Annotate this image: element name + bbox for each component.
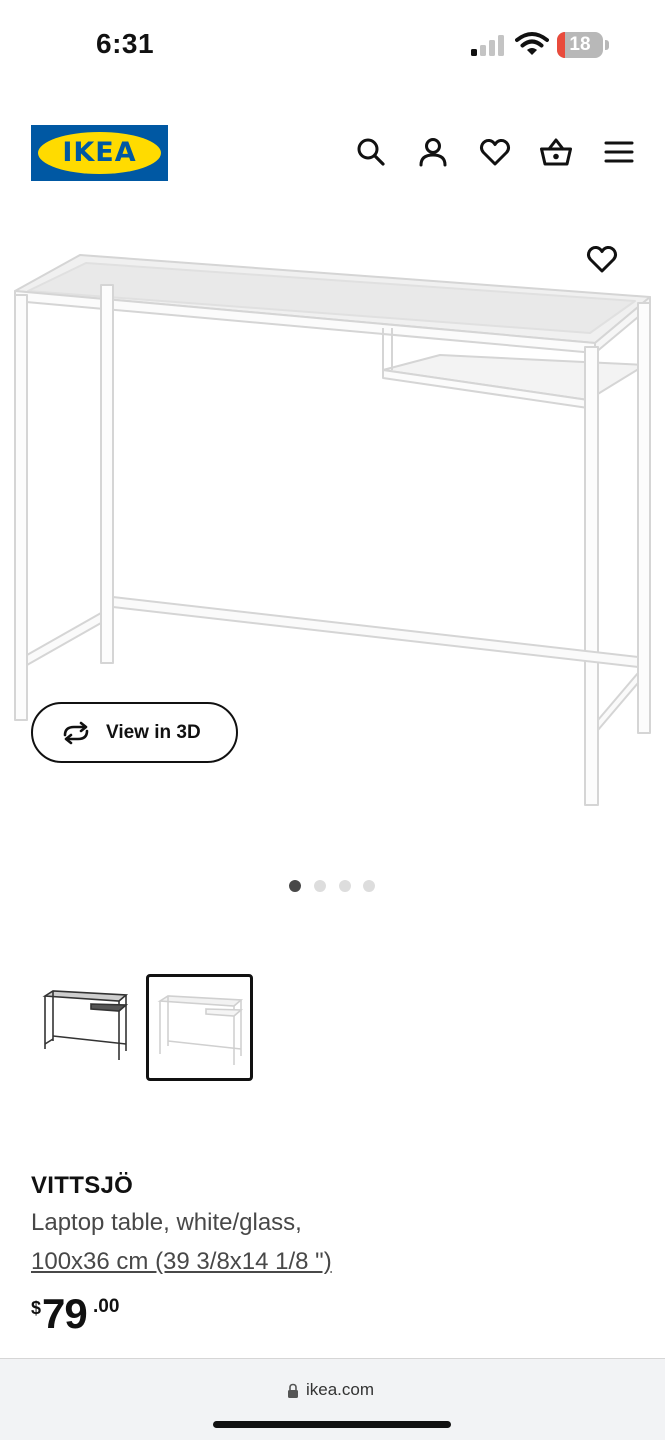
battery-level-text: 18 bbox=[569, 34, 591, 55]
logo-text: IKEA bbox=[62, 137, 137, 168]
thumbnail-image bbox=[157, 995, 244, 1065]
thumbnail-white-variant[interactable] bbox=[146, 974, 253, 1081]
price-decimal: .00 bbox=[93, 1296, 120, 1317]
product-description: Laptop table, white/glass, bbox=[31, 1209, 302, 1236]
rotate-arrows-icon bbox=[63, 721, 89, 745]
product-size-link[interactable]: 100x36 cm (39 3/8x14 1/8 ") bbox=[31, 1248, 332, 1276]
heart-icon[interactable] bbox=[586, 244, 618, 274]
ikea-logo[interactable]: IKEA bbox=[31, 125, 168, 181]
product-name: VITTSJÖ bbox=[31, 1172, 134, 1199]
wifi-icon bbox=[515, 32, 549, 55]
signal-icon bbox=[471, 35, 504, 56]
price-integer: 79 bbox=[42, 1290, 88, 1337]
carousel-dot-4[interactable] bbox=[363, 880, 375, 892]
heart-icon[interactable] bbox=[479, 136, 511, 168]
battery-icon: 18 bbox=[557, 32, 609, 58]
browser-address-bar[interactable]: ikea.com bbox=[0, 1358, 665, 1440]
carousel-dot-3[interactable] bbox=[339, 880, 351, 892]
view-in-3d-button[interactable]: View in 3D bbox=[31, 702, 238, 763]
account-icon[interactable] bbox=[417, 136, 449, 168]
thumbnail-black-variant[interactable] bbox=[31, 974, 138, 1081]
status-time: 6:31 bbox=[96, 28, 155, 59]
basket-icon[interactable] bbox=[540, 136, 572, 168]
price-currency: $ bbox=[31, 1298, 42, 1318]
home-indicator[interactable] bbox=[213, 1421, 451, 1428]
product-page: 6:31 18 IKEA View in 3D VITTSJÖ Laptop t… bbox=[0, 0, 665, 1440]
url-text[interactable]: ikea.com bbox=[306, 1380, 374, 1400]
search-icon[interactable] bbox=[355, 136, 387, 168]
menu-icon[interactable] bbox=[603, 136, 635, 168]
carousel-dot-2[interactable] bbox=[314, 880, 326, 892]
thumbnail-image bbox=[42, 990, 129, 1060]
carousel-dot-1[interactable] bbox=[289, 880, 301, 892]
view-in-3d-label: View in 3D bbox=[106, 722, 201, 743]
lock-icon bbox=[288, 1383, 298, 1398]
